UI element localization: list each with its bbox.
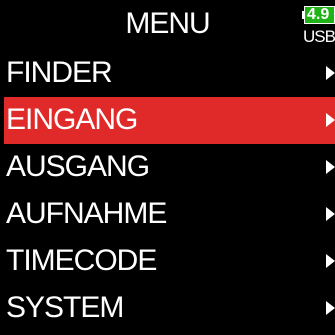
chevron-right-icon	[326, 254, 335, 268]
page-title: MENU	[125, 7, 210, 40]
power-source-label: USB	[303, 27, 335, 46]
menu-item-aufnahme[interactable]: AUFNAHME	[0, 191, 335, 238]
menu-item-label: TIMECODE	[6, 244, 157, 277]
menu-item-label: AUSGANG	[6, 150, 150, 183]
battery-voltage: 4.9	[307, 6, 330, 23]
chevron-right-icon	[326, 207, 335, 221]
menu-item-ausgang[interactable]: AUSGANG	[0, 144, 335, 191]
menu-item-label: FINDER	[6, 56, 113, 89]
menu-item-label: SYSTEM	[6, 291, 124, 324]
menu-item-timecode[interactable]: TIMECODE	[0, 238, 335, 285]
menu-item-system[interactable]: SYSTEM	[0, 285, 335, 332]
menu-item-finder[interactable]: FINDER	[0, 50, 335, 97]
chevron-right-icon	[326, 66, 335, 80]
chevron-right-icon	[326, 301, 335, 315]
chevron-right-icon	[326, 113, 335, 127]
menu-item-label: EINGANG	[6, 103, 138, 136]
chevron-right-icon	[326, 160, 335, 174]
header-bar: MENU 4.9 USB	[0, 0, 335, 50]
battery-icon: 4.9	[302, 6, 335, 26]
menu-item-label: AUFNAHME	[6, 197, 167, 230]
device-screen: MENU 4.9 USB FINDER EINGANG AUSGANG AUFN…	[0, 0, 335, 335]
menu-item-eingang[interactable]: EINGANG	[4, 97, 335, 144]
menu-list: FINDER EINGANG AUSGANG AUFNAHME TIMECODE…	[0, 50, 335, 332]
